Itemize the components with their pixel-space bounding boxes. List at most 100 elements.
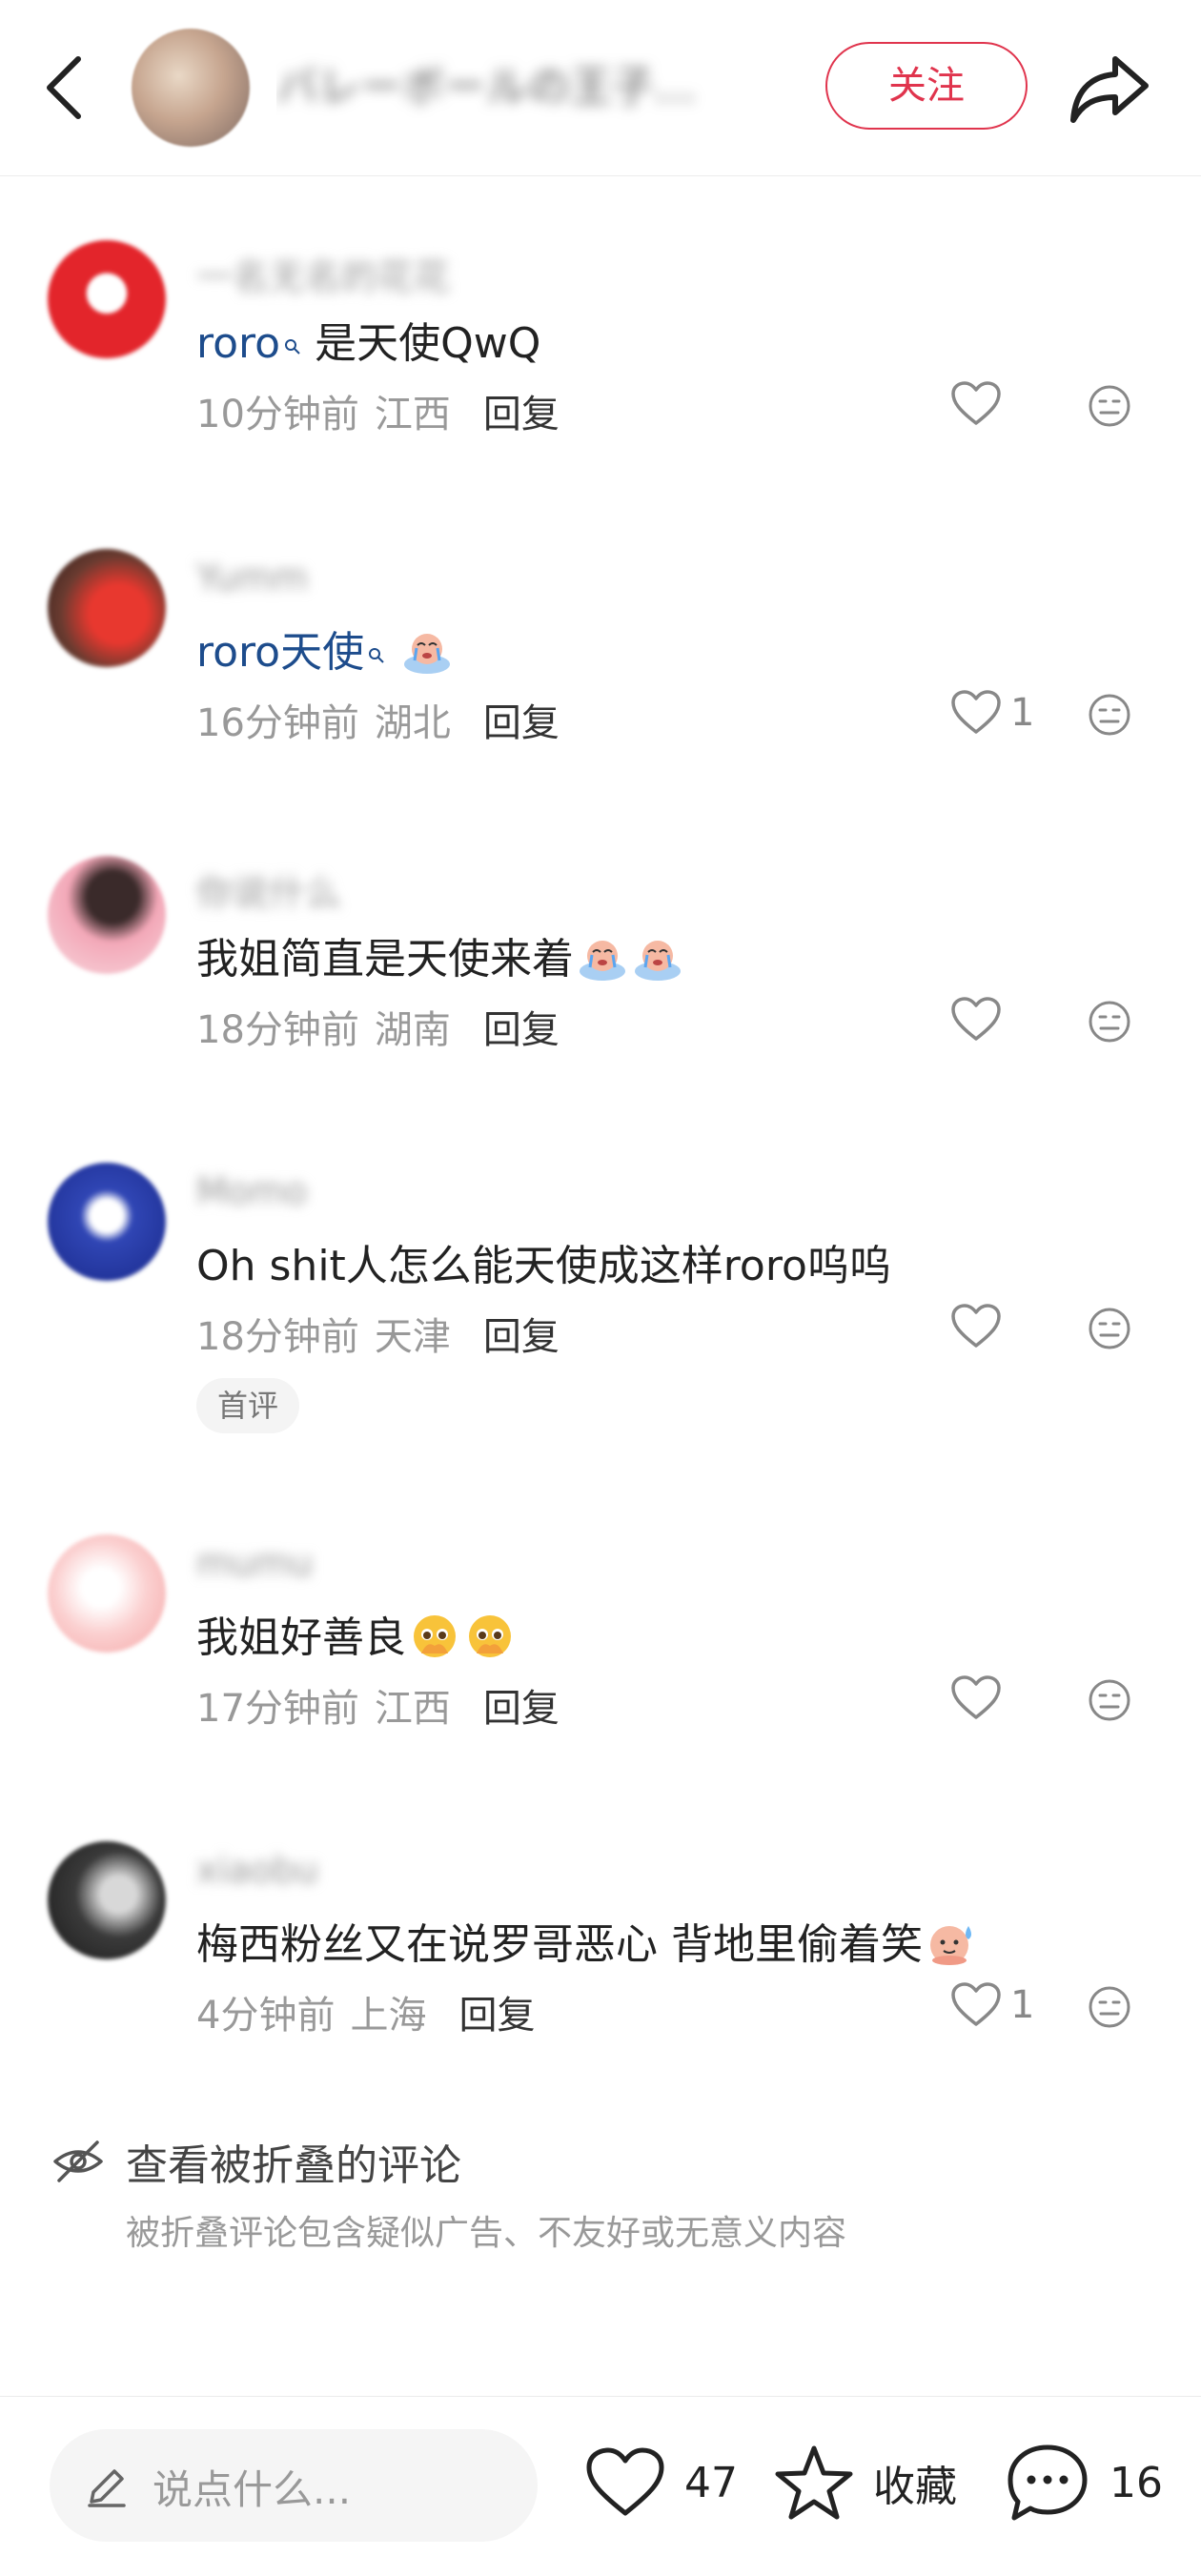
mention-link[interactable]: roro天使 (196, 628, 385, 677)
collect-button[interactable]: 收藏 (772, 2425, 957, 2540)
heart-icon (586, 2447, 664, 2516)
reply-button[interactable]: 回复 (483, 1008, 560, 1052)
comment-count: 16 (1109, 2458, 1163, 2507)
post-like-count: 47 (684, 2458, 738, 2507)
comment-body: 梅西粉丝又在说罗哥恶心 背地里偷着笑 (196, 1920, 923, 1969)
comment-location: 江西 (374, 1687, 451, 1731)
comment-location: 天津 (374, 1315, 451, 1359)
back-button[interactable] (36, 50, 93, 126)
neutral-face-icon (1089, 1986, 1130, 2028)
heart-icon (951, 997, 1001, 1041)
comment-text: Oh shit人怎么能天使成这样roro呜呜 (196, 1231, 891, 1292)
dislike-button[interactable] (1085, 690, 1134, 740)
search-icon (368, 626, 385, 663)
comment-body: 我姐简直是天使来着 (196, 935, 574, 984)
post-like-button[interactable]: 47 (583, 2425, 738, 2540)
reply-button[interactable]: 回复 (483, 701, 560, 745)
comment-location: 上海 (350, 1994, 427, 2038)
like-button[interactable] (949, 993, 1010, 1046)
comment-input[interactable]: 说点什么... (50, 2429, 538, 2542)
avatar[interactable] (48, 549, 166, 667)
comment-meta: 18分钟前 湖南 回复 (196, 999, 560, 1054)
heart-icon (951, 1982, 1001, 2026)
hidden-eye-icon (51, 2135, 105, 2188)
avatar[interactable] (48, 856, 166, 974)
pleading-face-emoji (463, 1612, 517, 1661)
comment-time: 17分钟前 (196, 1687, 359, 1731)
dislike-button[interactable] (1085, 1982, 1134, 2032)
collect-label: 收藏 (873, 2463, 957, 2511)
comment-time: 10分钟前 (196, 393, 359, 436)
dislike-button[interactable] (1085, 997, 1134, 1046)
follow-button[interactable]: 关注 (825, 42, 1028, 130)
comment-text: roro 是天使QwQ (196, 309, 540, 370)
comment-text: roro天使 (196, 618, 454, 679)
first-comment-badge: 首评 (196, 1378, 300, 1433)
share-icon (1070, 56, 1149, 123)
folded-comments-link[interactable]: 查看被折叠的评论 被折叠评论包含疑似广告、不友好或无意义内容 (51, 2131, 1157, 2255)
folded-title: 查看被折叠的评论 (126, 2141, 461, 2190)
back-arrow-icon (47, 56, 81, 119)
like-button[interactable] (949, 377, 1010, 431)
like-button[interactable]: 1 (949, 1978, 1034, 2032)
share-button[interactable] (1066, 46, 1153, 130)
avatar[interactable] (48, 1534, 166, 1653)
reply-button[interactable]: 回复 (458, 1994, 535, 2038)
comment-location: 湖北 (374, 701, 451, 745)
comment-text: 我姐简直是天使来着 (196, 924, 684, 985)
dislike-button[interactable] (1085, 1304, 1134, 1353)
comment-username[interactable]: mumu (196, 1542, 313, 1584)
heart-icon (951, 690, 1001, 734)
avatar[interactable] (48, 1841, 166, 1959)
search-icon (284, 317, 301, 355)
heart-icon (951, 381, 1001, 425)
comment-time: 16分钟前 (196, 701, 359, 745)
neutral-face-icon (1089, 385, 1130, 427)
author-avatar[interactable] (132, 29, 250, 147)
reply-button[interactable]: 回复 (483, 1687, 560, 1731)
avatar[interactable] (48, 240, 166, 358)
author-name-text: バレーボールの王子… (276, 63, 696, 112)
dislike-button[interactable] (1085, 381, 1134, 431)
chat-bubble-icon (1008, 2444, 1088, 2521)
dislike-button[interactable] (1085, 1675, 1134, 1725)
like-count: 1 (1010, 1983, 1035, 2027)
crying-emoji (576, 933, 629, 983)
mention-link[interactable]: roro (196, 319, 301, 368)
reply-button[interactable]: 回复 (483, 393, 560, 436)
comment-username[interactable]: Yumm (196, 557, 308, 598)
reply-button[interactable]: 回复 (483, 1315, 560, 1359)
comment-body: 是天使QwQ (315, 319, 541, 368)
bottom-action-bar: 说点什么... 47 收藏 16 (0, 2396, 1201, 2576)
heart-icon (951, 1675, 1001, 1719)
pleading-face-emoji (408, 1612, 461, 1661)
comment-text: 梅西粉丝又在说罗哥恶心 背地里偷着笑 (196, 1910, 978, 1971)
comment-input-placeholder: 说点什么... (153, 2466, 352, 2513)
comment-username[interactable]: xiaobu (196, 1849, 318, 1891)
heart-icon (951, 1304, 1001, 1348)
folded-description: 被折叠评论包含疑似广告、不友好或无意义内容 (126, 2214, 847, 2253)
like-count: 1 (1010, 691, 1035, 735)
comment-meta: 4分钟前 上海 回复 (196, 1984, 535, 2039)
star-icon (775, 2445, 853, 2520)
neutral-face-icon (1089, 1308, 1130, 1349)
comment-username[interactable]: 你说什么 (196, 863, 341, 916)
comment-location: 江西 (374, 393, 451, 436)
comment-username[interactable]: 一名无名的花花 (196, 248, 450, 300)
neutral-face-icon (1089, 1679, 1130, 1721)
neutral-face-icon (1089, 694, 1130, 736)
neutral-face-icon (1089, 1001, 1130, 1043)
author-name[interactable]: バレーボールの王子… (276, 53, 772, 122)
comment-time: 18分钟前 (196, 1008, 359, 1052)
comments-button[interactable]: 16 (1005, 2425, 1163, 2540)
comment-username[interactable]: Momo (196, 1170, 307, 1212)
like-button[interactable] (949, 1672, 1010, 1725)
comment-body: Oh shit人怎么能天使成这样roro呜呜 (196, 1242, 891, 1290)
comment-text: 我姐好善良 (196, 1603, 517, 1664)
like-button[interactable] (949, 1300, 1010, 1353)
comment-location: 湖南 (374, 1008, 451, 1052)
comment-time: 4分钟前 (196, 1994, 336, 2038)
avatar[interactable] (48, 1163, 166, 1281)
like-button[interactable]: 1 (949, 686, 1034, 740)
crying-emoji (400, 626, 454, 676)
